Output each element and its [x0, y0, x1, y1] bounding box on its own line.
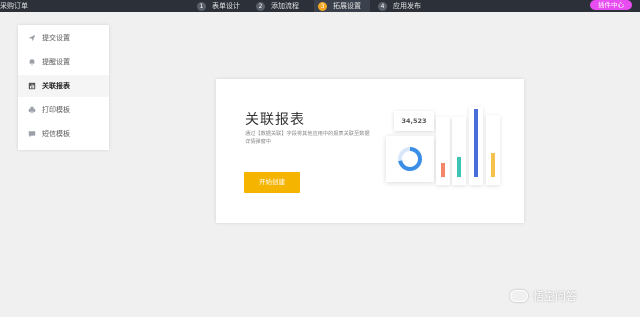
stat-value: 34,523: [401, 117, 427, 125]
watermark-text: 悟空问答: [533, 290, 577, 303]
step-number: 1: [197, 1, 206, 11]
bar-column: [436, 117, 450, 185]
watermark-logo-icon: [510, 290, 528, 302]
app-title: 采购订单: [0, 2, 28, 10]
message-icon: [28, 131, 36, 138]
sidebar-item-label: 关联报表: [42, 82, 70, 90]
bar-column: [486, 115, 500, 185]
step-label: 表单设计: [212, 2, 240, 10]
sidebar-item-reminder-settings[interactable]: 提醒设置: [18, 51, 109, 73]
linked-report-card: 关联报表 通过【数据关联】字段将其他应用中的报表关联至数据详情弹窗中 开始创建 …: [216, 79, 524, 223]
step-number: 4: [378, 1, 387, 11]
step-add-flow[interactable]: 2 添加流程: [256, 0, 299, 12]
send-icon: [28, 34, 36, 42]
step-extension-settings[interactable]: 3 拓展设置: [314, 0, 370, 12]
description-text: 通过【数据关联】字段将其他应用中的报表关联至数据详情弹窗中: [245, 131, 370, 145]
step-label: 应用发布: [393, 2, 421, 10]
step-label: 拓展设置: [333, 2, 361, 10]
sidebar-item-linked-report[interactable]: 关联报表: [18, 75, 109, 97]
donut-card: [386, 136, 434, 182]
printer-icon: [28, 106, 36, 114]
watermark: 悟空问答: [510, 288, 577, 304]
step-label: 添加流程: [271, 2, 299, 10]
page-title: 关联报表: [245, 112, 305, 128]
top-bar: 采购订单 1 表单设计 2 添加流程 3 拓展设置 4 应用发布 插件中心: [0, 0, 640, 12]
step-number: 2: [256, 1, 265, 11]
plugin-center-button[interactable]: 插件中心: [590, 0, 632, 10]
sidebar-item-label: 提醒设置: [42, 58, 70, 66]
bar: [441, 163, 445, 177]
bell-icon: [29, 59, 35, 66]
sidebar-item-label: 打印模板: [42, 106, 70, 114]
sidebar-item-label: 短信模板: [42, 130, 70, 138]
step-number: 3: [318, 1, 327, 11]
donut-chart-icon: [398, 147, 422, 171]
stat-card: 34,523: [394, 111, 434, 131]
sidebar-item-submit-settings[interactable]: 提交设置: [18, 27, 109, 49]
sidebar-item-sms-template[interactable]: 短信模板: [18, 123, 109, 145]
bar: [457, 157, 461, 177]
sidebar-item-print-template[interactable]: 打印模板: [18, 99, 109, 121]
sidebar-item-label: 提交设置: [42, 34, 70, 42]
report-icon: [28, 82, 36, 90]
bar-column: [469, 107, 483, 185]
bar-chart-illustration: [436, 107, 500, 185]
step-app-publish[interactable]: 4 应用发布: [378, 0, 421, 12]
step-form-design[interactable]: 1 表单设计: [197, 0, 240, 12]
sidebar: 提交设置 提醒设置 关联报表 打印模板 短信模板: [18, 25, 109, 150]
bar: [491, 153, 495, 177]
start-create-button[interactable]: 开始创建: [244, 172, 300, 193]
bar-column: [452, 117, 466, 185]
bar: [474, 109, 478, 177]
